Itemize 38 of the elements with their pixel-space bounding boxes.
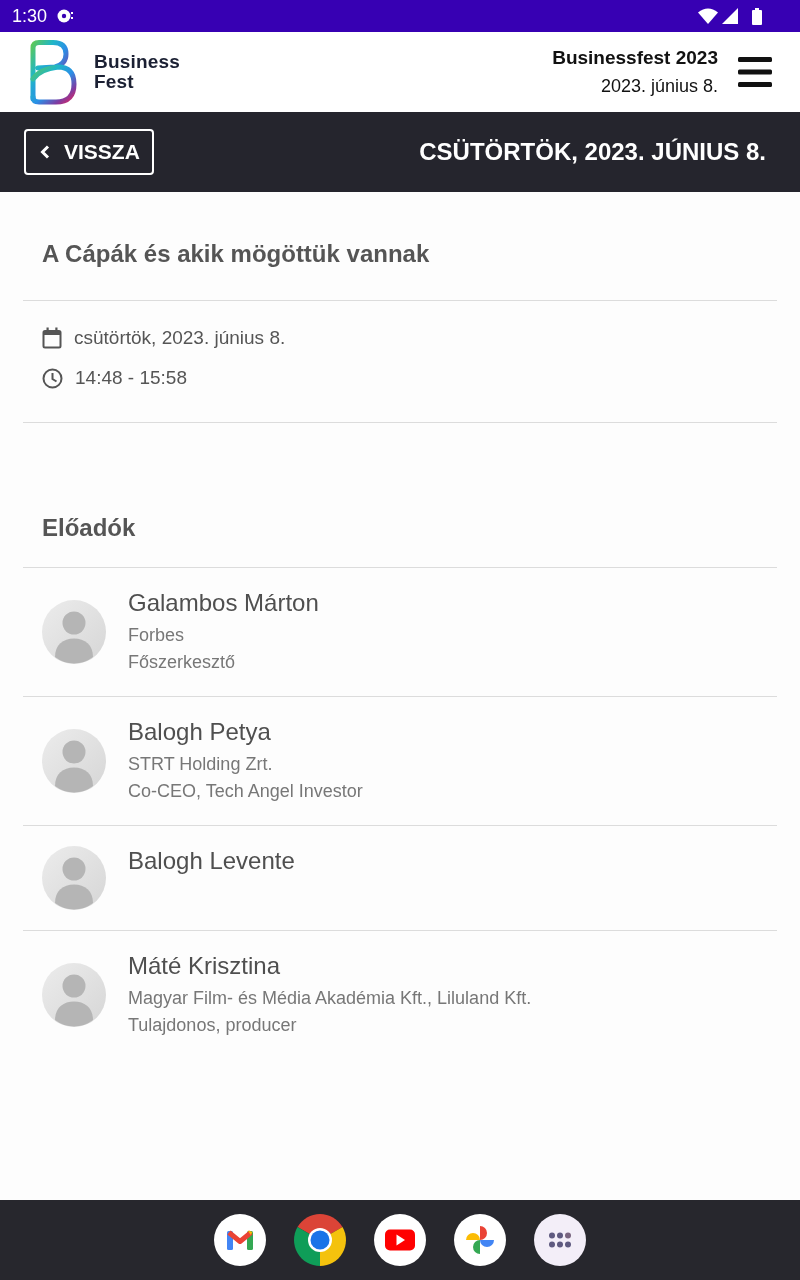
speaker-position: Főszerkesztő bbox=[128, 651, 236, 674]
chevron-left-icon bbox=[40, 145, 50, 159]
session-date: csütörtök, 2023. június 8. bbox=[74, 326, 286, 350]
pinwheel-icon[interactable] bbox=[454, 1214, 506, 1266]
section-heading: Előadók bbox=[42, 513, 137, 543]
avatar-icon bbox=[42, 729, 106, 793]
day-title: CSÜTÖRTÖK, 2023. JÚNIUS 8. bbox=[419, 137, 766, 167]
wifi-icon bbox=[698, 8, 718, 24]
event-title: Businessfest 2023 bbox=[552, 46, 718, 70]
brand-name: Business Fest bbox=[94, 52, 181, 92]
signal-icon bbox=[722, 8, 738, 24]
dots-grid-icon[interactable] bbox=[534, 1214, 586, 1266]
logo-icon bbox=[28, 38, 78, 106]
session-title: A Cápák és akik mögöttük vannak bbox=[42, 239, 431, 269]
m-letter-icon[interactable] bbox=[214, 1214, 266, 1266]
speaker-name: Balogh Petya bbox=[128, 717, 271, 747]
session-time: 14:48 - 15:58 bbox=[75, 366, 187, 390]
speaker-name: Galambos Márton bbox=[128, 588, 319, 618]
status-time: 1:30 bbox=[12, 6, 48, 26]
speaker-name: Balogh Levente bbox=[128, 846, 295, 876]
battery-icon bbox=[752, 7, 762, 25]
speaker-name: Máté Krisztina bbox=[128, 951, 281, 981]
speaker-position: Tulajdonos, producer bbox=[128, 1014, 297, 1037]
avatar-icon bbox=[42, 600, 106, 664]
menu-icon[interactable] bbox=[738, 57, 772, 87]
calendar-icon bbox=[42, 327, 62, 349]
clock-icon bbox=[42, 367, 63, 389]
avatar-icon bbox=[42, 963, 106, 1027]
back-button[interactable]: VISSZA bbox=[24, 129, 154, 175]
disc-icon bbox=[57, 9, 75, 23]
event-date: 2023. június 8. bbox=[600, 75, 718, 98]
play-icon[interactable] bbox=[374, 1214, 426, 1266]
ring-icon[interactable] bbox=[294, 1214, 346, 1266]
speaker-company: Forbes bbox=[128, 624, 185, 647]
speaker-position: Co-CEO, Tech Angel Investor bbox=[128, 780, 363, 803]
avatar-icon bbox=[42, 846, 106, 910]
speaker-company: Magyar Film- és Média Akadémia Kft., Liluland Kft. bbox=[128, 987, 532, 1010]
speaker-company: STRT Holding Zrt. bbox=[128, 753, 273, 776]
